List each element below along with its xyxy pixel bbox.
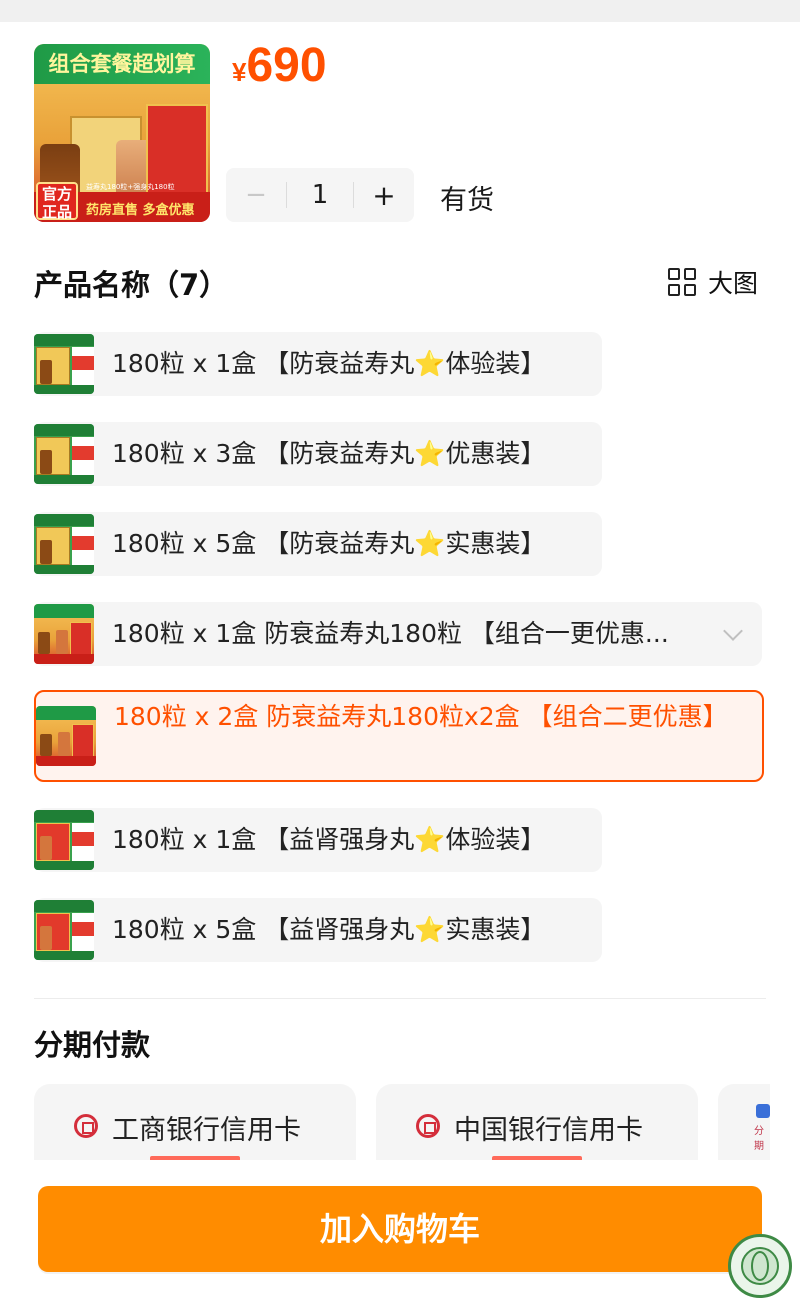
installments-title: 分期付款: [34, 1028, 151, 1062]
divider: [34, 998, 766, 999]
price-value: 690: [246, 39, 327, 92]
bank-tag: [492, 1156, 582, 1160]
add-to-cart-button[interactable]: 加入购物车: [38, 1186, 762, 1272]
chevron-down-icon[interactable]: [723, 621, 743, 641]
option-item[interactable]: 180粒 x 1盒 防衰益寿丸180粒 【组合一更优惠...: [34, 602, 762, 666]
option-label: 180粒 x 1盒 防衰益寿丸180粒 【组合一更优惠...: [112, 619, 669, 648]
installment-icon: [756, 1104, 770, 1118]
option-label: 180粒 x 3盒 【防衰益寿丸⭐优惠装】: [112, 439, 546, 468]
bank-label: 中国银行信用卡: [454, 1115, 643, 1146]
option-item[interactable]: 180粒 x 5盒 【防衰益寿丸⭐实惠装】: [34, 512, 602, 576]
hero-bottom-text: 药房直售 多盒优惠: [86, 203, 195, 218]
star-icon: ⭐: [414, 529, 446, 558]
option-thumbnail: [34, 604, 94, 664]
option-item[interactable]: 180粒 x 1盒 【益肾强身丸⭐体验装】: [34, 808, 602, 872]
option-label: 180粒 x 1盒 【益肾强身丸⭐体验装】: [112, 825, 546, 854]
option-thumbnail: [34, 424, 94, 484]
boc-logo-icon: [416, 1114, 440, 1138]
certification-seal-icon[interactable]: [728, 1234, 792, 1298]
quantity-stepper: − 1 +: [226, 168, 414, 222]
option-label: 180粒 x 5盒 【防衰益寿丸⭐实惠装】: [112, 529, 546, 558]
hero-mini-text: 益寿丸180粒+强身丸180粒: [86, 183, 175, 191]
bank-option-boc[interactable]: 中国银行信用卡: [376, 1084, 698, 1160]
option-label: 180粒 x 1盒 【防衰益寿丸⭐体验装】: [112, 349, 546, 378]
options-title: 产品名称（7）: [34, 268, 229, 302]
top-strip: [0, 0, 800, 22]
price: ¥690: [232, 38, 327, 93]
quantity-increase-button[interactable]: +: [354, 179, 414, 212]
icbc-logo-icon: [74, 1114, 98, 1138]
hero-banner-text: 组合套餐超划算: [34, 44, 210, 84]
bank-option-more[interactable]: 分期: [718, 1084, 770, 1160]
option-label: 180粒 x 2盒 防衰益寿丸180粒x2盒 【组合二更优惠】: [114, 702, 728, 731]
option-label: 180粒 x 5盒 【益肾强身丸⭐实惠装】: [112, 915, 546, 944]
option-thumbnail: [36, 706, 96, 766]
star-icon: ⭐: [414, 915, 446, 944]
stock-status: 有货: [440, 185, 494, 216]
option-thumbnail: [34, 810, 94, 870]
product-image[interactable]: 组合套餐超划算 益寿丸180粒+强身丸180粒 官方正品 药房直售 多盒优惠: [34, 44, 210, 222]
big-view-button[interactable]: 大图: [668, 264, 758, 300]
star-icon: ⭐: [414, 825, 446, 854]
option-thumbnail: [34, 334, 94, 394]
bank-label: 工商银行信用卡: [112, 1115, 301, 1146]
official-badge: 官方正品: [36, 182, 78, 221]
quantity-value[interactable]: 1: [287, 180, 353, 210]
bank-tag: [150, 1156, 240, 1160]
option-item[interactable]: 180粒 x 3盒 【防衰益寿丸⭐优惠装】: [34, 422, 602, 486]
star-icon: ⭐: [414, 439, 446, 468]
option-thumbnail: [34, 514, 94, 574]
bank-option-icbc[interactable]: 工商银行信用卡: [34, 1084, 356, 1160]
option-item-selected[interactable]: 180粒 x 2盒 防衰益寿丸180粒x2盒 【组合二更优惠】: [34, 690, 764, 782]
option-item[interactable]: 180粒 x 1盒 【防衰益寿丸⭐体验装】: [34, 332, 602, 396]
option-item[interactable]: 180粒 x 5盒 【益肾强身丸⭐实惠装】: [34, 898, 602, 962]
star-icon: ⭐: [414, 349, 446, 378]
price-currency: ¥: [232, 57, 247, 87]
bank-label: 分期: [754, 1126, 764, 1152]
grid-icon: [668, 268, 696, 296]
big-view-label: 大图: [708, 269, 759, 298]
quantity-decrease-button[interactable]: −: [226, 180, 286, 210]
option-thumbnail: [34, 900, 94, 960]
